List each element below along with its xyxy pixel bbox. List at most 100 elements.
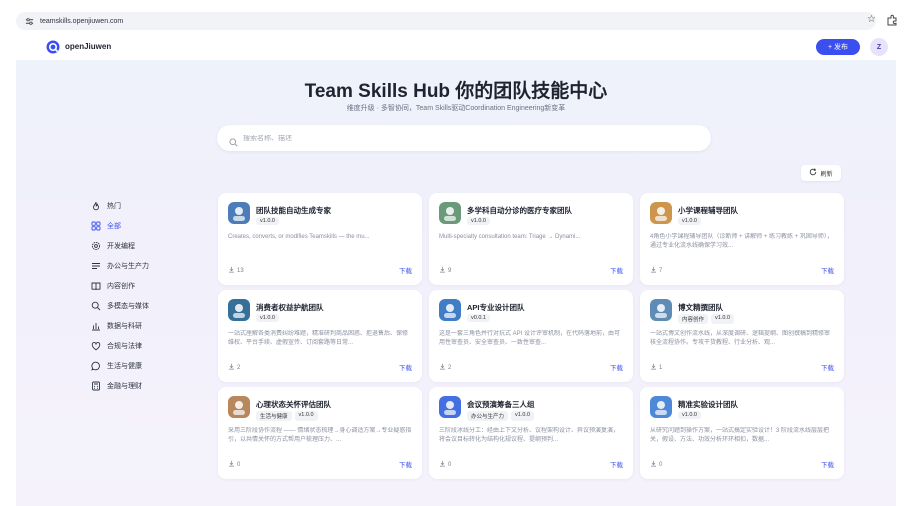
download-button[interactable]: 下载 [399, 459, 412, 469]
card-tags: v1.0.0 [678, 411, 701, 419]
sidebar-item[interactable]: 生活与健康 [90, 356, 190, 376]
download-count: 0 [439, 460, 451, 469]
card-title[interactable]: 会议预演筹备三人组 [467, 399, 535, 410]
team-card[interactable]: 多学科自动分诊的医疗专家团队 v1.0.0 Multi-specialty cons… [429, 193, 633, 285]
download-count-value: 2 [237, 364, 241, 371]
card-tag: 生活与健康 [256, 411, 292, 421]
sidebar-item-label: 生活与健康 [107, 363, 142, 370]
openjiuwen-logo-icon[interactable] [46, 40, 60, 54]
download-icon [228, 460, 235, 469]
shield-icon [90, 340, 102, 352]
card-title[interactable]: 多学科自动分诊的医疗专家团队 [467, 205, 572, 216]
calculator-icon [90, 380, 102, 392]
card-tags: v1.0.0 [256, 217, 279, 225]
bookmark-star-icon[interactable]: ☆ [867, 14, 876, 25]
sidebar-item[interactable]: 金融与理财 [90, 376, 190, 396]
download-count: 13 [228, 266, 244, 275]
card-title[interactable]: API专业设计团队 [467, 302, 525, 313]
team-thumbnail [650, 396, 672, 418]
team-card[interactable]: 博文精撰团队 内容创作 v1.0.0 一站式博文创作流水线，从深度调研、逻辑提纲、图创… [640, 290, 844, 382]
card-tag: v1.0.0 [467, 217, 490, 225]
sidebar-item[interactable]: 合规与法律 [90, 336, 190, 356]
browser-bar: teamskills.openjiuwen.com ☆ [0, 0, 912, 36]
card-title[interactable]: 团队技能自动生成专家 [256, 205, 331, 216]
chart-icon [90, 320, 102, 332]
download-count: 9 [439, 266, 451, 275]
team-card[interactable]: 精准实验设计团队 v1.0.0 从研究问题到操作方案，一站式搞定实验设计！3 阶段流… [640, 387, 844, 479]
download-count-value: 2 [448, 364, 452, 371]
team-card[interactable]: 会议预演筹备三人组 办公与生产力 v1.0.0 三阶段冰线分工：经由上下文分析、议程架… [429, 387, 633, 479]
team-card[interactable]: 小学课程辅导团队 v1.0.0 4角色小学课程辅导团队（诊断师 + 讲解师 + 练习… [640, 193, 844, 285]
download-count-value: 9 [448, 267, 452, 274]
site-settings-icon[interactable] [24, 16, 34, 26]
download-icon [650, 363, 657, 372]
card-title[interactable]: 心理状态关怀评估团队 [256, 399, 331, 410]
page-subtitle: 维度升级 · 多智协同，Team Skills驱动Coordination En… [346, 105, 566, 112]
download-button[interactable]: 下载 [399, 265, 412, 275]
sidebar-item[interactable]: 数据与科研 [90, 316, 190, 336]
download-button[interactable]: 下载 [821, 362, 834, 372]
card-tags: v1.0.0 [678, 217, 701, 225]
sidebar-item[interactable]: 开发编程 [90, 236, 190, 256]
card-description: Creates, converts, or modifies Teamskill… [228, 234, 370, 240]
list-icon [90, 260, 102, 272]
team-card[interactable]: 团队技能自动生成专家 v1.0.0 Creates, converts, or mo… [218, 193, 422, 285]
download-button[interactable]: 下载 [821, 265, 834, 275]
download-count: 0 [650, 460, 662, 469]
download-button[interactable]: 下载 [610, 265, 623, 275]
publish-button[interactable]: + 发布 [816, 39, 860, 55]
download-button[interactable]: 下载 [399, 362, 412, 372]
card-description: 一站式博文创作流水线，从深度调研、逻辑提纲、图创撰稿到精修审核全流程协作。专攻干… [650, 331, 831, 346]
card-title[interactable]: 精准实验设计团队 [678, 399, 738, 410]
download-count-value: 13 [237, 267, 244, 274]
search-bar [217, 125, 711, 151]
card-tags: v1.0.0 [467, 217, 490, 225]
card-tags: v1.0.0 [256, 314, 279, 322]
download-icon [439, 363, 446, 372]
sidebar-item[interactable]: 全部 [90, 216, 190, 236]
page-title: Team Skills Hub 你的团队技能中心 [304, 81, 608, 102]
app: openJiuwen + 发布 Z Team Skills Hub 你的团队技能… [16, 36, 896, 506]
gear-icon [90, 240, 102, 252]
download-count-value: 0 [237, 461, 241, 468]
sidebar-item[interactable]: 热门 [90, 196, 190, 216]
card-description: 采用三阶段协作流程 —— 情绪状态梳理→身心调适方案→专业疑惑指引，以共情关怀的… [228, 428, 412, 443]
user-avatar[interactable]: Z [870, 38, 888, 56]
sidebar-item-label: 合规与法律 [107, 343, 142, 350]
card-description: Multi-specialty consultation team: Triag… [439, 234, 581, 240]
team-thumbnail [650, 299, 672, 321]
download-icon [439, 460, 446, 469]
extensions-icon[interactable] [886, 13, 898, 26]
team-card[interactable]: API专业设计团队 v0.0.1 这是一套三角色并行对抗式 API 设计评审机制，在… [429, 290, 633, 382]
book-icon [90, 280, 102, 292]
card-description: 三阶段冰线分工：经由上下文分析、议程架构设计、异议预演复演，将会议目标转化为结构… [439, 428, 620, 443]
team-card[interactable]: 消费者权益护航团队 v1.0.0 一站式厘解各类消费纠纷难题，精准研判商品困惑、拒退… [218, 290, 422, 382]
download-count: 0 [228, 460, 240, 469]
download-icon [228, 266, 235, 275]
address-bar[interactable]: teamskills.openjiuwen.com [16, 12, 876, 30]
card-tag: v1.0.0 [678, 217, 701, 225]
download-count: 2 [228, 363, 240, 372]
sidebar-item[interactable]: 内容创作 [90, 276, 190, 296]
brand-name: openJiuwen [65, 42, 112, 51]
card-title[interactable]: 消费者权益护航团队 [256, 302, 324, 313]
search-input[interactable] [243, 134, 643, 142]
download-button[interactable]: 下载 [610, 362, 623, 372]
refresh-button[interactable]: 刷新 [801, 165, 841, 181]
refresh-icon [809, 168, 817, 178]
download-button[interactable]: 下载 [821, 459, 834, 469]
sidebar-item[interactable]: 办公与生产力 [90, 256, 190, 276]
download-button[interactable]: 下载 [610, 459, 623, 469]
team-thumbnail [650, 202, 672, 224]
team-card[interactable]: 心理状态关怀评估团队 生活与健康 v1.0.0 采用三阶段协作流程 —— 情绪状态梳理… [218, 387, 422, 479]
card-title[interactable]: 博文精撰团队 [678, 302, 723, 313]
download-count-value: 7 [659, 267, 663, 274]
url-text: teamskills.openjiuwen.com [40, 17, 124, 25]
card-tag: v1.0.0 [256, 217, 279, 225]
team-thumbnail [439, 396, 461, 418]
card-title[interactable]: 小学课程辅导团队 [678, 205, 738, 216]
sidebar-item[interactable]: 多模态与媒体 [90, 296, 190, 316]
sidebar-item-label: 热门 [107, 203, 121, 210]
search-icon [90, 300, 102, 312]
download-count: 7 [650, 266, 662, 275]
